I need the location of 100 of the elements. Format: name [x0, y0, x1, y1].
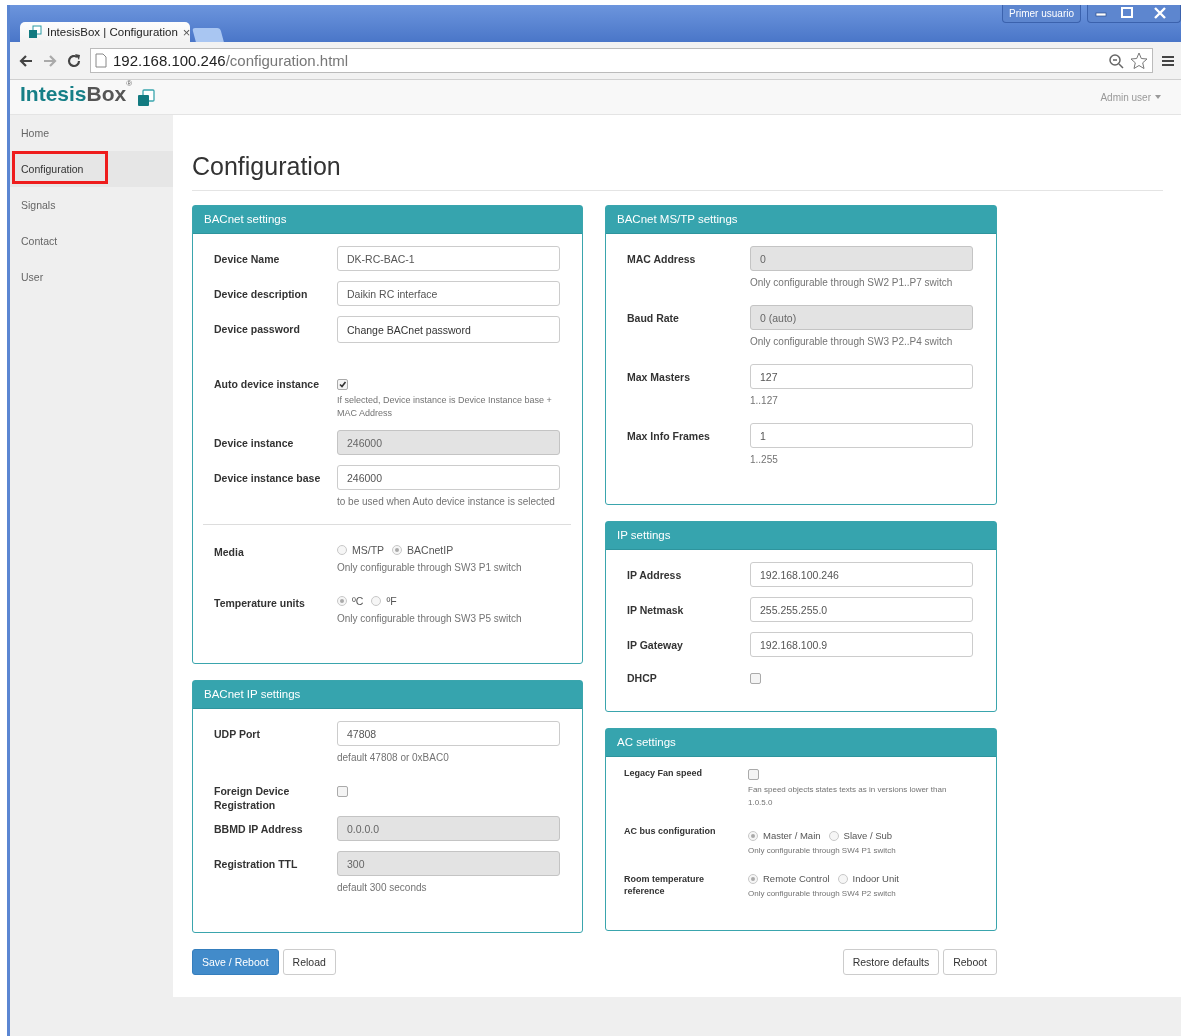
text-field[interactable]: Daikin RC interface: [337, 281, 560, 306]
field-label: Device Name: [214, 252, 281, 266]
panel-header: AC settings: [606, 729, 996, 757]
field-label: AC bus configuration: [624, 825, 717, 837]
panel-header: IP settings: [606, 522, 996, 550]
help-text: default 300 seconds: [337, 881, 428, 894]
panel-header: BACnet settings: [193, 206, 582, 234]
help-text: Only configurable through SW4 P2 switch: [748, 888, 897, 900]
text-field[interactable]: 246000: [337, 465, 560, 490]
radio-label: ºF: [386, 595, 397, 607]
radio-button[interactable]: [337, 596, 347, 606]
text-field[interactable]: 1: [750, 423, 973, 448]
close-tab-button[interactable]: ×: [182, 24, 191, 40]
text-field: 0: [750, 246, 973, 271]
radio-label: Indoor Unit: [852, 873, 899, 884]
profile-button[interactable]: Primer usuario: [1001, 5, 1081, 23]
tab-title: IntesisBox | Configuration: [47, 26, 178, 38]
radio-label: Remote Control: [763, 873, 830, 884]
radio-button[interactable]: [392, 545, 403, 555]
radio-label: Slave / Sub: [843, 830, 893, 841]
field-label: Baud Rate: [627, 311, 680, 325]
logo-icon: [136, 87, 157, 107]
sidebar-item[interactable]: User: [10, 259, 173, 295]
page-icon: [95, 53, 107, 68]
help-text: default 47808 or 0xBAC0: [337, 751, 450, 764]
back-icon[interactable]: [18, 52, 34, 69]
help-text: 1..255: [750, 453, 779, 466]
checkbox[interactable]: [337, 786, 348, 797]
field-label: DHCP: [627, 671, 658, 685]
help-text: Fan speed objects states texts as in versions lower than 1.0.5.0: [748, 784, 948, 809]
radio-button[interactable]: [748, 830, 758, 841]
page-title: Configuration: [192, 151, 342, 182]
menu-icon[interactable]: [1161, 53, 1175, 68]
field-label: BBMD IP Address: [214, 822, 304, 836]
text-field[interactable]: 47808: [337, 721, 560, 746]
action-button[interactable]: Restore defaults: [842, 949, 940, 975]
action-button[interactable]: Reboot: [943, 949, 997, 975]
text-field[interactable]: 192.168.100.9: [750, 632, 973, 657]
action-button[interactable]: Reload: [282, 949, 336, 975]
field-label: IP Gateway: [627, 638, 684, 652]
text-field[interactable]: 192.168.100.246: [750, 562, 973, 587]
zoom-icon[interactable]: [1108, 52, 1124, 69]
field-label: Device description: [214, 287, 309, 301]
reload-icon[interactable]: [66, 52, 82, 69]
help-text: to be used when Auto device instance is selected: [337, 495, 556, 508]
password-button[interactable]: Change BACnet password: [337, 316, 560, 343]
help-text: Only configurable through SW3 P2..P4 switch: [750, 335, 954, 348]
new-tab-button[interactable]: [192, 28, 224, 42]
help-text: Only configurable through SW4 P1 switch: [748, 845, 897, 857]
sidebar-item[interactable]: Signals: [10, 187, 173, 223]
field-label: Auto device instance: [214, 377, 321, 391]
field-label: UDP Port: [214, 727, 261, 741]
checkbox[interactable]: [750, 673, 761, 684]
radio-label: Master / Main: [763, 830, 821, 841]
radio-button[interactable]: [371, 596, 382, 606]
sidebar-item[interactable]: Configuration: [10, 151, 173, 187]
field-label: IP Address: [627, 568, 683, 582]
field-label: Device password: [214, 322, 301, 336]
field-label: IP Netmask: [627, 603, 685, 617]
url-text: 192.168.100.246/configuration.html: [113, 52, 350, 69]
sidebar-item[interactable]: Home: [10, 115, 173, 151]
favicon-icon: [28, 25, 42, 39]
help-text: Only configurable through SW3 P5 switch: [337, 612, 523, 625]
caret-icon: [1155, 95, 1161, 99]
checkbox[interactable]: [337, 379, 348, 390]
field-label: Registration TTL: [214, 857, 299, 871]
field-label: Device instance base: [214, 471, 322, 485]
text-field[interactable]: 127: [750, 364, 973, 389]
help-text: 1..127: [750, 394, 779, 407]
text-field[interactable]: DK-RC-BAC-1: [337, 246, 560, 271]
forward-icon[interactable]: [42, 52, 58, 69]
radio-button[interactable]: [828, 830, 839, 841]
checkbox[interactable]: [748, 769, 759, 780]
radio-label: MS/TP: [352, 544, 385, 556]
radio-label: BACnetIP: [407, 544, 454, 556]
star-icon[interactable]: [1130, 51, 1148, 70]
field-label: Legacy Fan speed: [624, 767, 704, 779]
field-label: MAC Address: [627, 252, 697, 266]
field-label: Device instance: [214, 436, 295, 450]
radio-button[interactable]: [837, 873, 848, 884]
radio-button[interactable]: [748, 873, 758, 884]
browser-tab[interactable]: IntesisBox | Configuration ×: [20, 22, 190, 42]
field-label: Temperature units: [214, 596, 306, 610]
text-field[interactable]: 255.255.255.0: [750, 597, 973, 622]
field-label: Max Masters: [627, 370, 692, 384]
field-label: Max Info Frames: [627, 429, 711, 443]
field-label: Foreign Device Registration: [214, 784, 291, 812]
help-text: Only configurable through SW2 P1..P7 switch: [750, 276, 954, 289]
field-label: Room temperature reference: [624, 873, 705, 897]
text-field: 246000: [337, 430, 560, 455]
panel-header: BACnet MS/TP settings: [606, 206, 996, 234]
text-field: 300: [337, 851, 560, 876]
sidebar-item[interactable]: Contact: [10, 223, 173, 259]
help-text: Only configurable through SW3 P1 switch: [337, 561, 523, 574]
field-label: Media: [214, 545, 245, 559]
action-button[interactable]: Save / Reboot: [192, 949, 279, 975]
panel-header: BACnet IP settings: [193, 681, 582, 709]
radio-button[interactable]: [337, 545, 347, 555]
address-bar[interactable]: 192.168.100.246/configuration.html: [90, 48, 1153, 73]
text-field: 0.0.0.0: [337, 816, 560, 841]
